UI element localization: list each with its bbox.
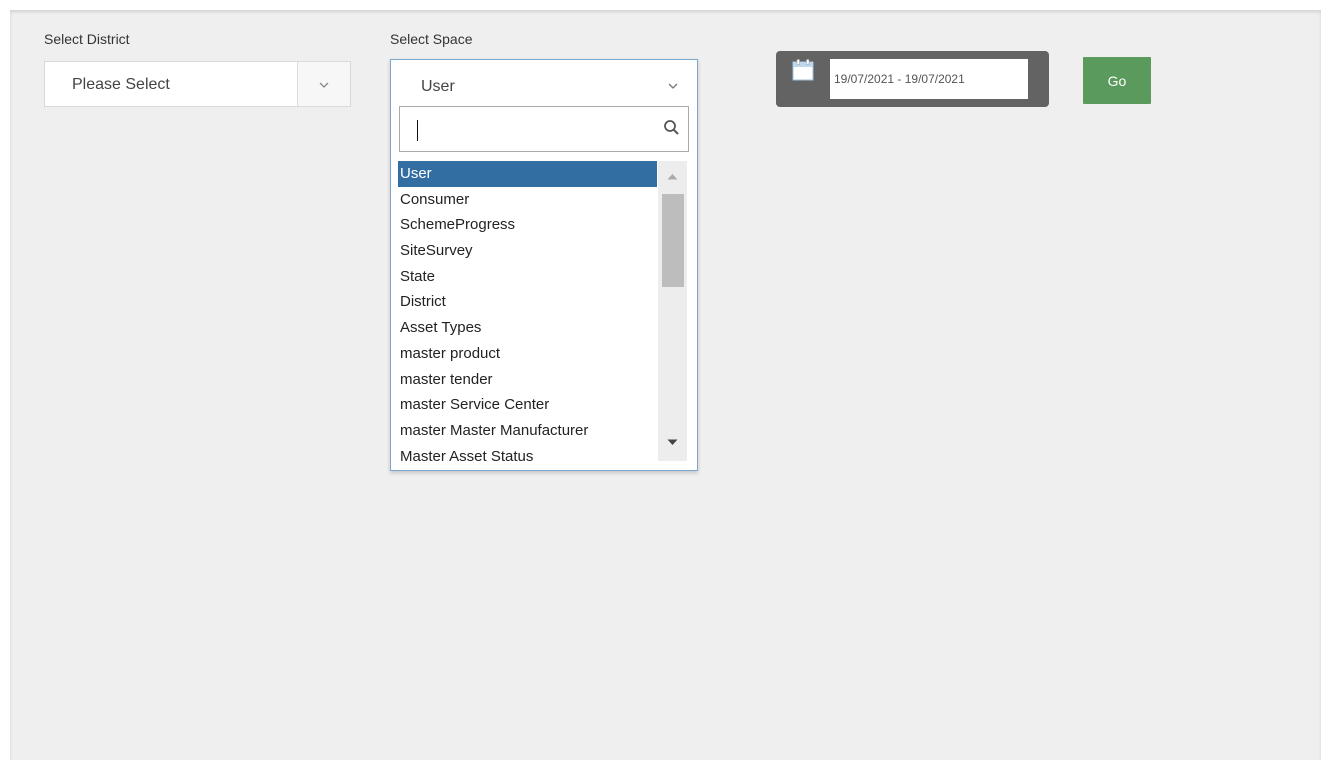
- space-select-value: User: [421, 78, 455, 95]
- text-caret: [417, 120, 418, 141]
- space-option[interactable]: Master Asset Status: [398, 444, 657, 461]
- space-option[interactable]: master Master Manufacturer: [398, 418, 657, 444]
- search-icon: [664, 120, 679, 135]
- space-option[interactable]: SchemeProgress: [398, 212, 657, 238]
- date-range-picker[interactable]: 19/07/2021 - 19/07/2021: [776, 51, 1049, 107]
- calendar-icon[interactable]: [792, 59, 814, 81]
- space-option[interactable]: Asset Types: [398, 315, 657, 341]
- space-option[interactable]: SiteSurvey: [398, 238, 657, 264]
- date-range-input[interactable]: 19/07/2021 - 19/07/2021: [830, 59, 1028, 99]
- space-option[interactable]: State: [398, 264, 657, 290]
- space-option[interactable]: master tender: [398, 367, 657, 393]
- space-option[interactable]: master Service Center: [398, 392, 657, 418]
- scrollbar-thumb[interactable]: [662, 194, 684, 287]
- scroll-down-arrow-icon[interactable]: [667, 439, 678, 446]
- space-options-list: User Consumer SchemeProgress SiteSurvey Stat…: [398, 161, 657, 461]
- district-label: Select District: [44, 31, 130, 47]
- district-select[interactable]: Please Select: [44, 61, 351, 107]
- space-search-input[interactable]: [399, 106, 689, 152]
- space-option[interactable]: master product: [398, 341, 657, 367]
- space-select[interactable]: User User Consumer SchemeProgress SiteSurve…: [390, 59, 698, 471]
- district-select-value: Please Select: [72, 76, 170, 93]
- go-button[interactable]: Go: [1083, 57, 1151, 104]
- chevron-down-icon: [319, 82, 329, 88]
- chevron-down-icon[interactable]: [668, 82, 678, 90]
- scroll-up-arrow-icon[interactable]: [667, 173, 678, 180]
- space-option[interactable]: District: [398, 289, 657, 315]
- space-label: Select Space: [390, 31, 473, 47]
- space-option[interactable]: Consumer: [398, 187, 657, 213]
- space-option[interactable]: User: [398, 161, 657, 187]
- district-dropdown-toggle[interactable]: [297, 62, 350, 106]
- options-scrollbar[interactable]: [658, 161, 687, 461]
